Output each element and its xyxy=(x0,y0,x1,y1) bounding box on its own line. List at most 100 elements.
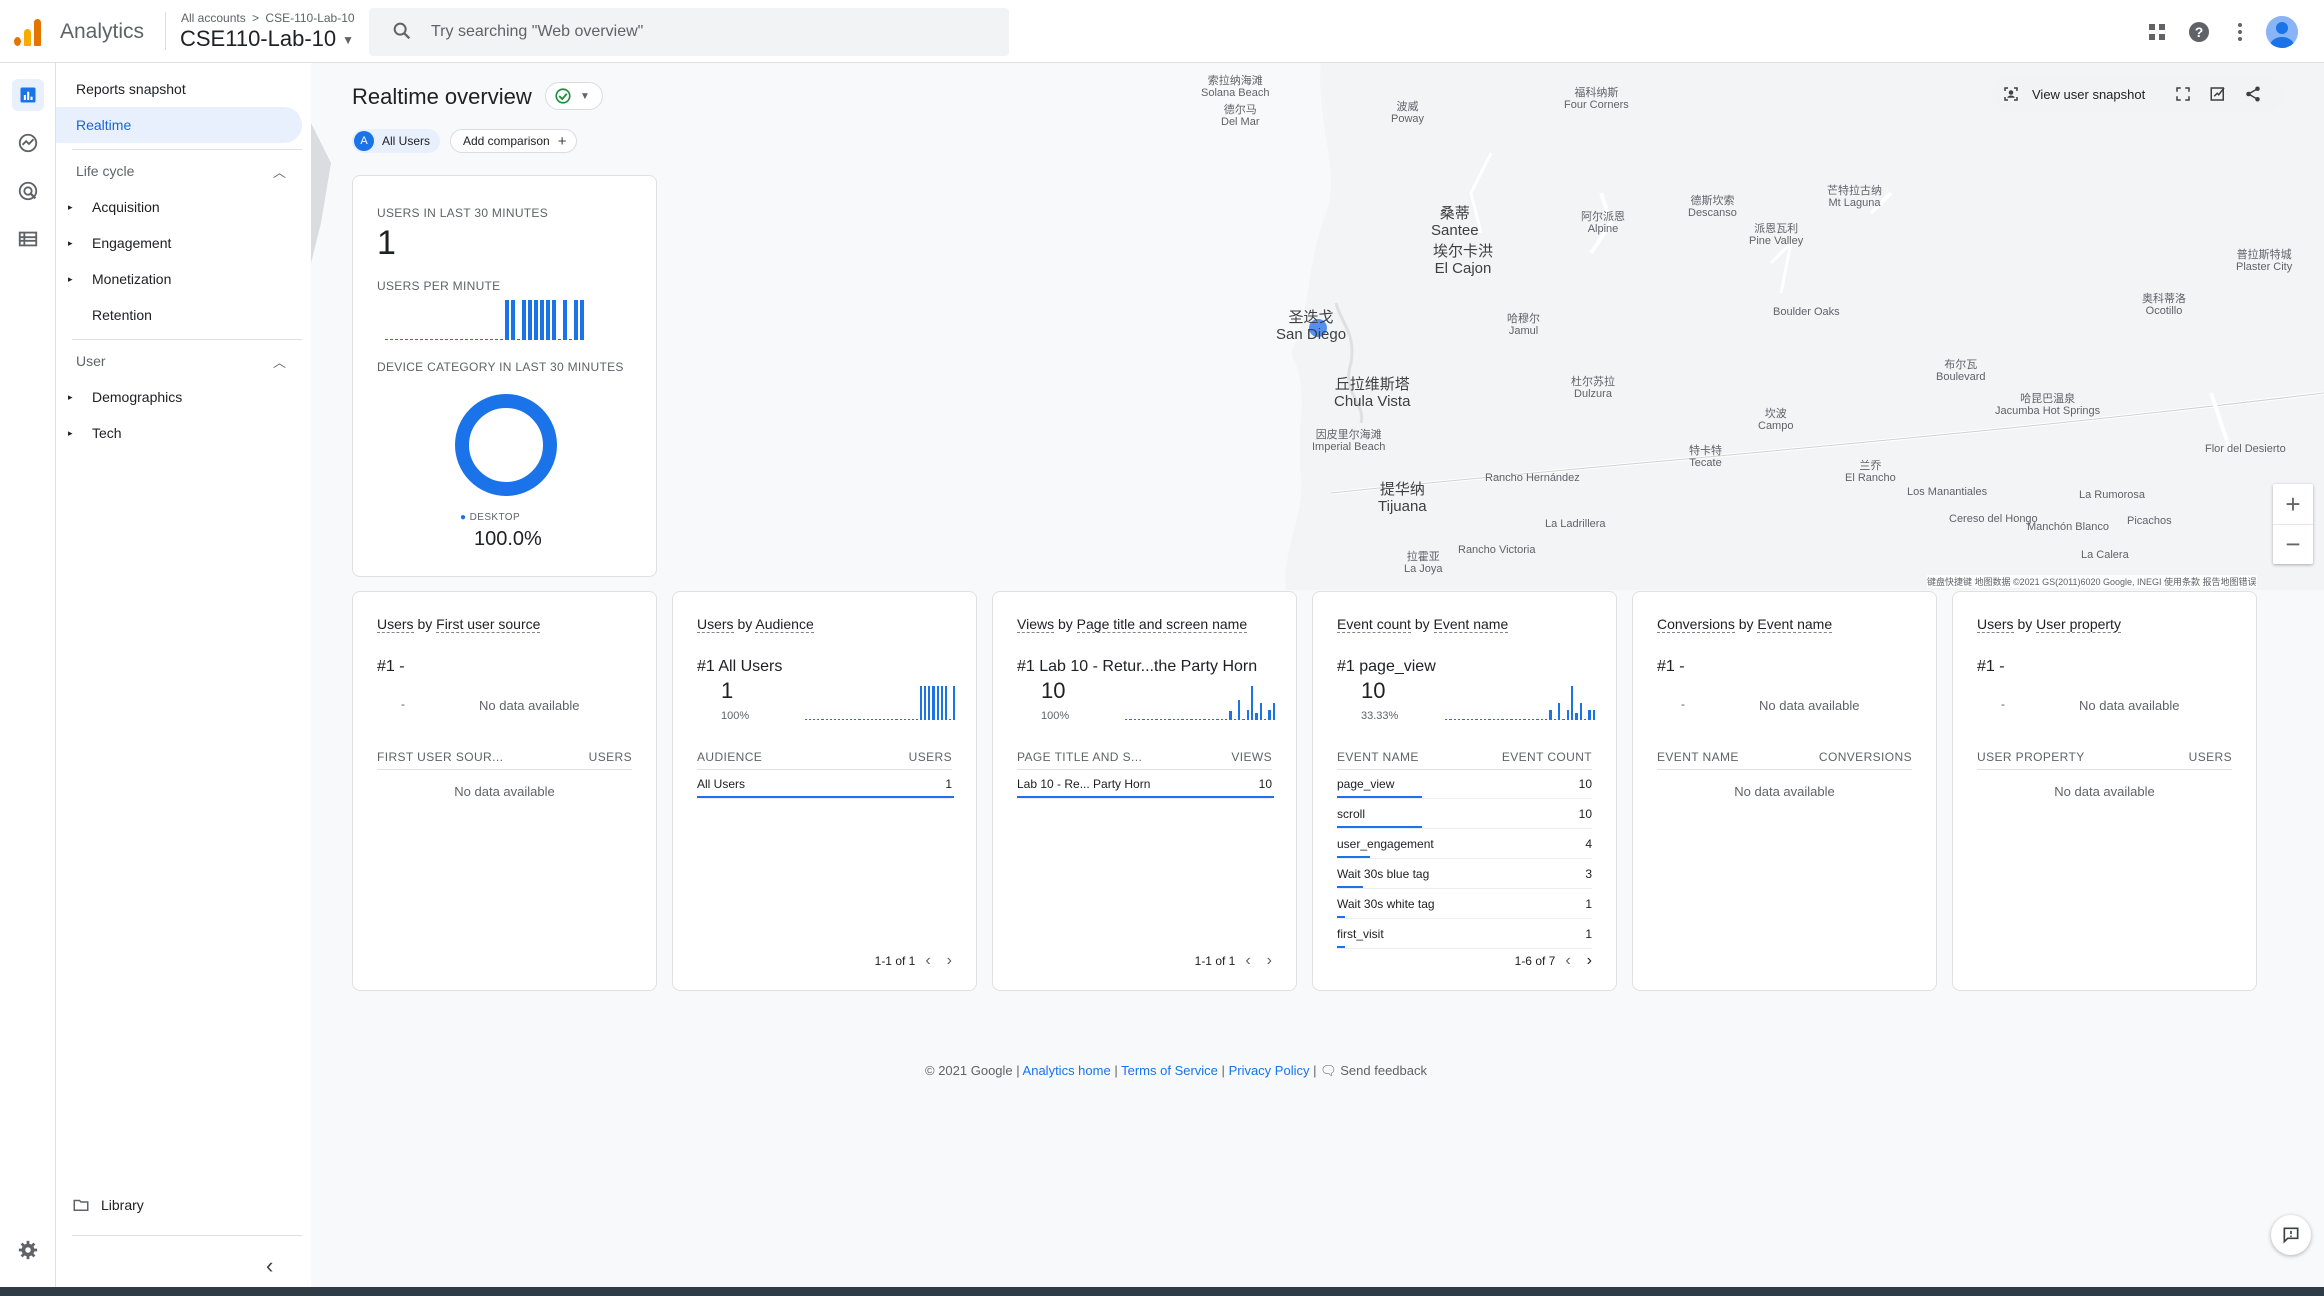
map-label: 哈昆巴温泉 Jacumba Hot Springs xyxy=(1995,393,2101,417)
device-donut-chart[interactable] xyxy=(454,393,558,497)
card-metric-selector[interactable]: Conversions xyxy=(1657,616,1735,633)
table-row-label[interactable]: page_view xyxy=(1337,777,1394,791)
spark-bar xyxy=(455,339,458,340)
zoom-out-button[interactable]: − xyxy=(2273,524,2313,564)
share-icon[interactable] xyxy=(2244,85,2262,106)
reports-icon[interactable] xyxy=(12,79,44,111)
card-sparkline[interactable] xyxy=(1125,686,1276,720)
account-avatar[interactable] xyxy=(2266,16,2298,48)
card-metric-selector[interactable]: Users xyxy=(377,616,414,633)
card-metric-selector[interactable]: Event count xyxy=(1337,616,1411,633)
dimension-card: Users by User property #1 - - No data av… xyxy=(1952,591,2257,991)
card-col-dimension[interactable]: USER PROPERTY xyxy=(1977,750,2085,764)
configure-list-icon[interactable] xyxy=(15,226,41,252)
chevron-right-icon[interactable]: › xyxy=(1587,952,1592,970)
card-col-dimension[interactable]: FIRST USER SOUR... xyxy=(377,750,503,764)
card-col-metric[interactable]: USERS xyxy=(909,750,952,764)
nav-library[interactable]: Library xyxy=(56,1187,311,1223)
card-title[interactable]: Conversions by Event name xyxy=(1657,616,1833,633)
analytics-logo-icon[interactable] xyxy=(14,18,42,46)
collapse-nav-chevron-icon[interactable]: ‹ xyxy=(266,1253,273,1279)
users-per-minute-chart[interactable] xyxy=(385,298,625,340)
more-vert-icon[interactable] xyxy=(2228,20,2252,44)
help-icon[interactable]: ? xyxy=(2187,20,2211,44)
card-col-dimension[interactable]: PAGE TITLE AND S... xyxy=(1017,750,1142,764)
settings-gear-icon[interactable] xyxy=(15,1237,41,1263)
card-title[interactable]: Views by Page title and screen name xyxy=(1017,616,1248,633)
table-row-label[interactable]: Wait 30s white tag xyxy=(1337,897,1435,911)
map-attribution[interactable]: 键盘快捷键 地图数据 ©2021 GS(2011)6020 Google, IN… xyxy=(1927,575,2257,588)
card-title[interactable]: Event count by Event name xyxy=(1337,616,1509,633)
chevron-left-icon[interactable]: ‹ xyxy=(1565,952,1570,970)
card-col-dimension[interactable]: EVENT NAME xyxy=(1337,750,1419,764)
segment-chip-all-users[interactable]: A All Users xyxy=(352,129,441,153)
card-sparkline[interactable] xyxy=(1445,686,1596,720)
spark-bar xyxy=(1203,719,1206,720)
spark-bar xyxy=(850,719,853,720)
card-dimension-selector[interactable]: First user source xyxy=(436,616,541,633)
search-bar[interactable] xyxy=(369,8,1009,56)
search-input[interactable] xyxy=(431,8,991,56)
card-dimension-selector[interactable]: Audience xyxy=(755,616,814,633)
spark-bar xyxy=(415,339,418,340)
nav-lifecycle-header[interactable]: Life cycle ︿ xyxy=(56,153,311,189)
table-row-label[interactable]: user_engagement xyxy=(1337,837,1434,851)
nav-tech[interactable]: ▸ Tech xyxy=(56,415,311,451)
chevron-right-icon[interactable]: › xyxy=(1267,952,1272,970)
table-row-label[interactable]: Wait 30s blue tag xyxy=(1337,867,1429,881)
card-metric-selector[interactable]: Users xyxy=(1977,616,2014,633)
card-metric-selector[interactable]: Views xyxy=(1017,616,1055,633)
advertising-icon[interactable] xyxy=(15,178,41,204)
card-title[interactable]: Users by Audience xyxy=(697,616,814,633)
card-dimension-selector[interactable]: Page title and screen name xyxy=(1076,616,1248,633)
expand-arrow-icon: ▸ xyxy=(68,237,73,248)
card-metric-selector[interactable]: Users xyxy=(697,616,734,633)
card-dimension-selector[interactable]: User property xyxy=(2036,616,2121,633)
nav-acquisition[interactable]: ▸ Acquisition xyxy=(56,189,311,225)
card-col-metric[interactable]: USERS xyxy=(2189,750,2232,764)
breadcrumb-account[interactable]: CSE-110-Lab-10 xyxy=(265,11,354,25)
apps-grid-icon[interactable] xyxy=(2145,20,2169,44)
nav-demographics[interactable]: ▸ Demographics xyxy=(56,379,311,415)
view-user-snapshot-button[interactable]: View user snapshot xyxy=(2032,87,2145,102)
zoom-in-button[interactable]: + xyxy=(2273,484,2313,524)
explore-icon[interactable] xyxy=(15,130,41,156)
breadcrumb[interactable]: All accounts > CSE-110-Lab-10 xyxy=(181,11,355,25)
table-row-label[interactable]: scroll xyxy=(1337,807,1365,821)
spark-bar xyxy=(540,300,544,340)
fullscreen-icon[interactable] xyxy=(2174,85,2192,106)
terms-link[interactable]: Terms of Service xyxy=(1121,1063,1218,1078)
chevron-left-icon[interactable]: ‹ xyxy=(925,952,930,970)
chevron-right-icon[interactable]: › xyxy=(947,952,952,970)
nav-reports-snapshot[interactable]: Reports snapshot xyxy=(56,71,186,107)
nav-monetization[interactable]: ▸ Monetization xyxy=(56,261,311,297)
card-title[interactable]: Users by User property xyxy=(1977,616,2121,633)
chevron-left-icon[interactable]: ‹ xyxy=(1245,952,1250,970)
analytics-home-link[interactable]: Analytics home xyxy=(1023,1063,1111,1078)
feedback-fab[interactable] xyxy=(2271,1215,2311,1255)
card-title[interactable]: Users by First user source xyxy=(377,616,541,633)
customize-report-icon[interactable] xyxy=(2209,85,2227,106)
nav-retention[interactable]: Retention xyxy=(56,297,311,333)
card-col-metric[interactable]: USERS xyxy=(589,750,632,764)
table-row-label[interactable]: Lab 10 - Re... Party Horn xyxy=(1017,777,1150,791)
send-feedback-link[interactable]: 🗨 Send feedback xyxy=(1320,1063,1427,1078)
card-dimension-selector[interactable]: Event name xyxy=(1433,616,1509,633)
card-col-metric[interactable]: CONVERSIONS xyxy=(1819,750,1912,764)
card-dimension-selector[interactable]: Event name xyxy=(1757,616,1833,633)
card-sparkline[interactable] xyxy=(805,686,956,720)
card-col-dimension[interactable]: AUDIENCE xyxy=(697,750,762,764)
nav-engagement[interactable]: ▸ Engagement xyxy=(56,225,311,261)
table-row-label[interactable]: first_visit xyxy=(1337,927,1384,941)
table-row-label[interactable]: All Users xyxy=(697,777,745,791)
card-col-dimension[interactable]: EVENT NAME xyxy=(1657,750,1739,764)
privacy-link[interactable]: Privacy Policy xyxy=(1229,1063,1310,1078)
add-comparison-button[interactable]: Add comparison + xyxy=(450,129,578,153)
breadcrumb-all-accounts[interactable]: All accounts xyxy=(181,11,246,25)
card-col-metric[interactable]: EVENT COUNT xyxy=(1502,750,1592,764)
title-status-dropdown[interactable]: ▼ xyxy=(545,82,603,110)
card-col-metric[interactable]: VIEWS xyxy=(1231,750,1272,764)
nav-realtime[interactable]: Realtime xyxy=(56,107,302,143)
property-selector[interactable]: CSE110-Lab-10 ▼ xyxy=(180,26,354,52)
nav-user-header[interactable]: User ︿ xyxy=(56,343,311,379)
